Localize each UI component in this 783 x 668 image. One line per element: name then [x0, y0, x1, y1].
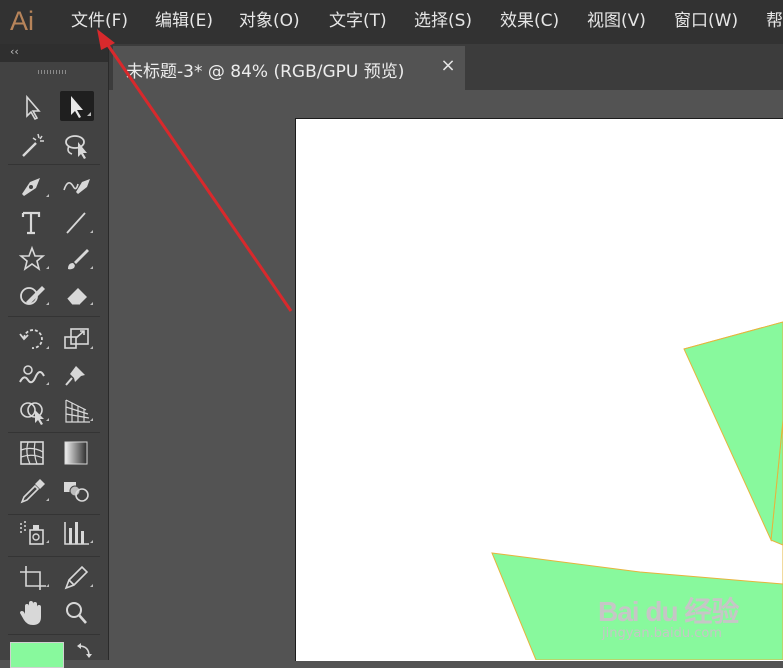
shaper-tool-icon[interactable]	[16, 280, 50, 310]
menu-effect[interactable]: 效果(C)	[500, 10, 559, 32]
zoom-tool-icon[interactable]	[60, 598, 94, 628]
selection-tool-icon[interactable]	[16, 92, 50, 122]
lasso-tool-icon[interactable]	[60, 130, 94, 160]
close-icon[interactable]: ×	[439, 55, 457, 76]
column-graph-tool-icon[interactable]	[60, 518, 94, 548]
menu-select[interactable]: 选择(S)	[414, 10, 472, 32]
hand-tool-icon[interactable]	[16, 598, 50, 628]
pen-tool-icon[interactable]	[16, 172, 50, 202]
watermark-url: jingyan.baidu.com	[602, 626, 722, 641]
menu-help[interactable]: 帮	[766, 10, 783, 32]
artboard-tool-icon[interactable]	[16, 562, 50, 592]
collapse-icon[interactable]: ‹‹	[10, 45, 19, 58]
menu-edit[interactable]: 编辑(E)	[155, 10, 213, 32]
artboard[interactable]	[295, 118, 783, 661]
menu-view[interactable]: 视图(V)	[587, 10, 646, 32]
menu-type[interactable]: 文字(T)	[329, 10, 387, 32]
swap-fill-stroke-icon[interactable]	[74, 642, 96, 664]
eyedropper-tool-icon[interactable]	[16, 476, 50, 506]
warp-tool-icon[interactable]	[16, 360, 50, 390]
type-tool-icon[interactable]	[16, 208, 50, 238]
document-tab-title: 未标题-3* @ 84% (RGB/GPU 预览)	[126, 62, 405, 82]
mesh-tool-icon[interactable]	[16, 438, 50, 468]
shape-builder-tool-icon[interactable]	[16, 396, 50, 426]
app-logo: Ai	[10, 6, 35, 36]
line-segment-tool-icon[interactable]	[60, 208, 94, 238]
gradient-tool-icon[interactable]	[60, 438, 94, 468]
symbol-sprayer-tool-icon[interactable]	[16, 518, 50, 548]
menu-file[interactable]: 文件(F)	[71, 10, 128, 32]
tools-panel-header: ‹‹	[0, 44, 108, 62]
magic-wand-tool-icon[interactable]	[16, 130, 50, 160]
tools-panel: ‹‹	[0, 44, 109, 668]
blend-tool-icon[interactable]	[60, 476, 94, 506]
curvature-tool-icon[interactable]	[60, 172, 94, 202]
rotate-tool-icon[interactable]	[16, 324, 50, 354]
direct-selection-tool-icon[interactable]	[60, 91, 94, 121]
document-tab-bar: 未标题-3* @ 84% (RGB/GPU 预览) ×	[109, 44, 783, 90]
panel-grip[interactable]	[38, 70, 68, 74]
paintbrush-tool-icon[interactable]	[60, 244, 94, 274]
menu-object[interactable]: 对象(O)	[239, 10, 300, 32]
document-tab[interactable]: 未标题-3* @ 84% (RGB/GPU 预览) ×	[113, 46, 465, 90]
menu-bar: Ai 文件(F) 编辑(E) 对象(O) 文字(T) 选择(S) 效果(C) 视…	[0, 0, 783, 44]
star-tool-icon[interactable]	[16, 244, 50, 274]
perspective-grid-tool-icon[interactable]	[60, 396, 94, 426]
puppet-warp-tool-icon[interactable]	[60, 360, 94, 390]
menu-window[interactable]: 窗口(W)	[674, 10, 738, 32]
watermark-logo: Bai du 经验	[598, 596, 739, 627]
eraser-tool-icon[interactable]	[60, 280, 94, 310]
fill-color-swatch[interactable]	[10, 642, 64, 668]
slice-tool-icon[interactable]	[60, 562, 94, 592]
scale-tool-icon[interactable]	[60, 324, 94, 354]
baidu-watermark: Bai du 经验 jingyan.baidu.com	[592, 590, 752, 650]
